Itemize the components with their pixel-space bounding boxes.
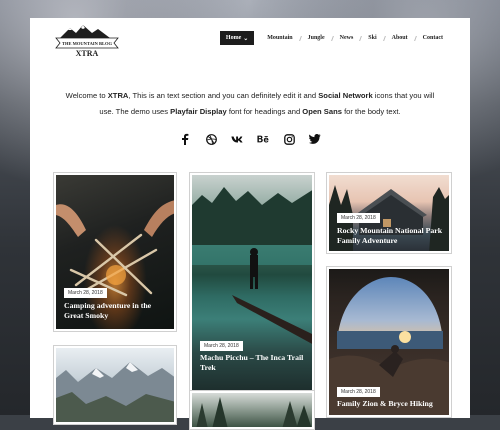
twitter-icon[interactable] xyxy=(309,133,321,145)
intro-segment: Welcome to xyxy=(65,91,108,100)
post-date: March 28, 2018 xyxy=(337,387,380,397)
post-card[interactable]: March 28, 2018 Family Zion & Bryce Hikin… xyxy=(326,266,452,418)
logo-tagline: THE MOUNTAIN BLOG xyxy=(62,41,112,46)
facebook-icon[interactable] xyxy=(179,133,191,145)
post-image xyxy=(192,393,312,427)
post-title[interactable]: Rocky Mountain National Park Family Adve… xyxy=(337,226,445,246)
intro-segment: font for headings and xyxy=(226,107,303,116)
post-card[interactable] xyxy=(189,390,315,430)
vk-icon[interactable] xyxy=(231,133,243,145)
chevron-down-icon: ⌄ xyxy=(243,35,249,42)
post-date: March 28, 2018 xyxy=(337,213,380,223)
intro-bold: Playfair Display xyxy=(170,107,227,116)
instagram-icon[interactable] xyxy=(283,133,295,145)
nav-item-label: Home xyxy=(225,35,242,41)
post-date: March 28, 2018 xyxy=(200,341,243,351)
behance-icon[interactable] xyxy=(257,133,269,145)
nav-item-label: Contact xyxy=(422,35,443,41)
mountains-illustration xyxy=(56,362,174,422)
post-title[interactable]: Machu Picchu – The Inca Trail Trek xyxy=(200,353,306,373)
intro-bold: XTRA xyxy=(107,91,129,100)
nav-item-label: Ski xyxy=(368,35,377,41)
forest-illustration xyxy=(196,397,312,427)
intro-bold: Social Network xyxy=(318,91,373,100)
post-card[interactable]: March 28, 2018 Machu Picchu – The Inca T… xyxy=(189,172,315,400)
nav-item-label: About xyxy=(391,35,408,41)
intro-bold: Open Sans xyxy=(302,107,342,116)
nav-item-ski[interactable]: Ski xyxy=(361,31,383,45)
nav-item-label: News xyxy=(339,35,354,41)
post-date: March 28, 2018 xyxy=(64,288,107,298)
logo-name: XTRA xyxy=(76,49,99,58)
logo-graphic: THE MOUNTAIN BLOG XTRA xyxy=(55,25,119,58)
intro-segment: , This is an text section and you can de… xyxy=(128,91,319,100)
intro-segment: for the body text. xyxy=(341,107,401,116)
post-title[interactable]: Camping adventure in the Great Smoky xyxy=(64,301,168,321)
nav-item-contact[interactable]: Contact xyxy=(416,31,450,45)
nav-item-jungle[interactable]: Jungle xyxy=(301,31,332,45)
nav-item-home[interactable]: Home ⌄ xyxy=(219,31,255,45)
page-container: THE MOUNTAIN BLOG XTRA Home ⌄ Mountain J… xyxy=(30,18,470,430)
post-title[interactable]: Family Zion & Bryce Hiking xyxy=(337,399,445,409)
post-card[interactable]: March 28, 2018 Rocky Mountain National P… xyxy=(326,172,452,254)
nav-item-news[interactable]: News xyxy=(333,31,361,45)
nav-item-mountain[interactable]: Mountain xyxy=(260,31,299,45)
social-icons xyxy=(30,133,470,145)
site-logo[interactable]: THE MOUNTAIN BLOG XTRA xyxy=(52,24,122,58)
nav-item-label: Jungle xyxy=(307,35,325,41)
nav-item-about[interactable]: About xyxy=(385,31,415,45)
post-card[interactable] xyxy=(53,345,177,425)
post-card[interactable]: March 28, 2018 Camping adventure in the … xyxy=(53,172,177,332)
post-image xyxy=(56,348,174,422)
nav-item-label: Mountain xyxy=(267,35,293,41)
main-nav: Home ⌄ Mountain Jungle News Ski About Co… xyxy=(219,31,450,45)
intro-text: Welcome to XTRA, This is an text section… xyxy=(60,88,440,120)
dribbble-icon[interactable] xyxy=(205,133,217,145)
